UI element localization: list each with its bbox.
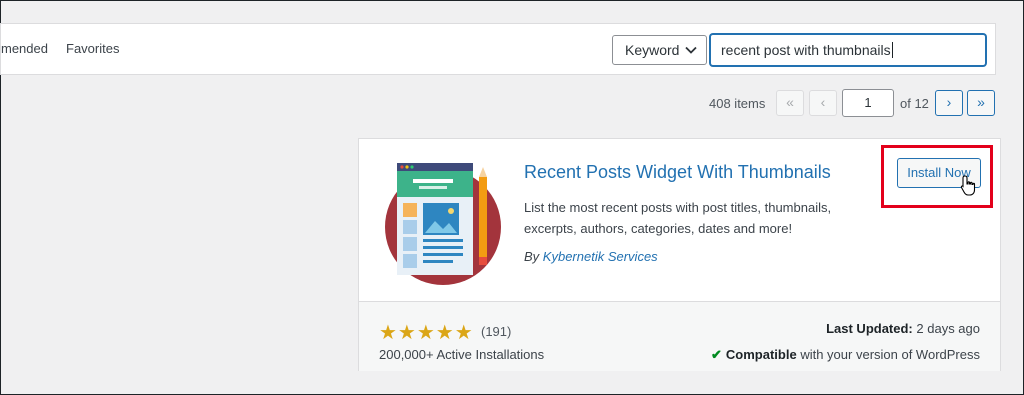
plugin-filter-bar: mended Favorites Keyword recent post wit… xyxy=(0,23,996,75)
prev-page-button[interactable]: ‹ xyxy=(809,90,837,116)
search-input-value: recent post with thumbnails xyxy=(721,42,891,58)
author-link[interactable]: Kybernetik Services xyxy=(543,249,658,264)
tab-recommended[interactable]: mended xyxy=(1,41,48,56)
rating-count[interactable]: (191) xyxy=(481,324,511,339)
items-count: 408 items xyxy=(709,96,766,111)
plugin-author: By Kybernetik Services xyxy=(524,249,658,264)
current-page-input[interactable]: 1 xyxy=(842,89,894,117)
hand-cursor-icon xyxy=(960,175,976,196)
plugin-description: List the most recent posts with post tit… xyxy=(524,200,832,236)
plugin-card-footer: ★★★★★ (191) 200,000+ Active Installation… xyxy=(359,301,1000,371)
tab-favorites[interactable]: Favorites xyxy=(66,41,119,56)
first-page-button[interactable]: « xyxy=(776,90,804,116)
search-type-value: Keyword xyxy=(625,42,680,58)
compatible-label: Compatible xyxy=(725,347,797,362)
chevron-down-icon xyxy=(685,46,697,54)
last-updated: Last Updated: 2 days ago xyxy=(826,321,980,336)
star-rating-icon: ★★★★★ xyxy=(379,322,474,344)
plugin-name-link[interactable]: Recent Posts Widget With Thumbnails xyxy=(524,162,831,183)
compatibility-status: ✔ Compatible with your version of WordPre… xyxy=(711,347,980,363)
plugin-card: Recent Posts Widget With Thumbnails List… xyxy=(358,138,1001,371)
check-icon: ✔ xyxy=(711,347,722,362)
author-prefix: By xyxy=(524,249,540,264)
last-updated-value: 2 days ago xyxy=(916,321,980,336)
last-updated-label: Last Updated: xyxy=(826,321,913,336)
text-caret xyxy=(891,42,893,58)
search-type-select[interactable]: Keyword xyxy=(612,35,707,65)
plugin-thumbnail-icon[interactable] xyxy=(381,157,501,287)
next-page-button[interactable]: › xyxy=(935,90,963,116)
total-pages: of 12 xyxy=(900,96,929,111)
last-page-button[interactable]: » xyxy=(967,90,995,116)
search-input[interactable]: recent post with thumbnails xyxy=(710,34,986,66)
compatible-text: with your version of WordPress xyxy=(800,347,980,362)
active-installations: 200,000+ Active Installations xyxy=(379,347,545,362)
